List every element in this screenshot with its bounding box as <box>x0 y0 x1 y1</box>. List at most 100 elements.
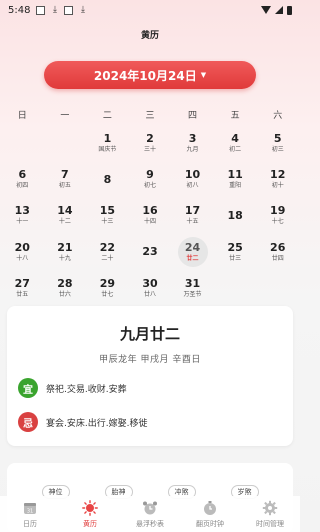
calendar-day[interactable]: 10 初八 <box>171 167 214 191</box>
day-lunar-label: 初五 <box>58 182 71 190</box>
svg-text:31: 31 <box>27 508 33 514</box>
calendar-day[interactable]: 14 十二 <box>44 203 87 227</box>
nav-time-management-label: 时间管理 <box>256 519 284 528</box>
weekday-header: 日 一 二 三 四 五 六 <box>0 108 300 122</box>
day-lunar-label: 十九 <box>58 254 71 262</box>
weekday-label: 六 <box>273 111 283 121</box>
calendar-day[interactable]: 28 廿六 <box>44 276 87 300</box>
day-lunar-label: 初七 <box>143 182 156 190</box>
calendar-icon: 31 <box>22 500 38 516</box>
calendar-grid: 1 国庆节 2 三十 3 九月 4 初二 5 初三 6 初四 7 初五 8 9 初七 10 初八 11 重阳 12 初十 13… <box>0 131 300 300</box>
calendar-day[interactable]: 5 初三 <box>256 131 299 155</box>
day-number: 2 <box>146 132 154 146</box>
calendar-day[interactable]: 30 廿八 <box>129 276 172 300</box>
day-number: 4 <box>231 132 239 146</box>
day-lunar-label: 廿三 <box>229 254 242 262</box>
day-lunar-label: 十四 <box>143 218 156 226</box>
nav-calendar[interactable]: 31 日历 <box>0 496 60 532</box>
status-time: 5:48 <box>8 4 31 16</box>
day-number: 12 <box>270 168 286 182</box>
day-lunar-label: 初八 <box>186 182 199 190</box>
day-lunar-label: 国庆节 <box>98 146 117 154</box>
calendar-day[interactable]: 20 十八 <box>1 240 44 264</box>
calendar-day[interactable]: 27 廿五 <box>1 276 44 300</box>
nav-stopwatch[interactable]: 悬浮秒表 <box>120 496 180 532</box>
day-number: 20 <box>14 240 30 254</box>
calendar-day[interactable]: 22 二十 <box>86 240 129 264</box>
day-lunar-label: 重阳 <box>229 182 242 190</box>
day-number: 26 <box>270 240 286 254</box>
date-picker-label: 2024年10月24日 <box>93 68 197 83</box>
alarm-clock-icon <box>142 500 158 516</box>
day-number: 11 <box>227 168 243 182</box>
day-number: 5 <box>273 132 282 146</box>
weekday-label: 一 <box>60 111 70 121</box>
weekday-label: 三 <box>145 111 155 121</box>
day-number: 19 <box>270 204 286 218</box>
calendar-day[interactable]: 31 万圣节 <box>171 276 214 300</box>
day-lunar-label: 初二 <box>229 146 242 154</box>
gear-icon <box>262 500 278 516</box>
day-number: 10 <box>184 168 201 182</box>
bottom-nav: 31 日历 黄历 悬浮秒表 翻页时钟 时间管理 <box>0 496 300 532</box>
nav-flip-clock-label: 翻页时钟 <box>196 519 224 528</box>
day-number: 8 <box>103 172 112 186</box>
calendar-day[interactable]: 18 <box>214 203 257 227</box>
calendar-day[interactable]: 4 初二 <box>214 131 257 155</box>
calendar-day[interactable]: 1 国庆节 <box>86 131 129 155</box>
day-lunar-label: 初十 <box>271 182 284 190</box>
calendar-day[interactable]: 7 初五 <box>44 167 87 191</box>
calendar-day[interactable]: 15 十三 <box>86 203 129 227</box>
calendar-day[interactable]: 16 十四 <box>129 203 172 227</box>
nav-flip-clock[interactable]: 翻页时钟 <box>180 496 240 532</box>
day-lunar-label: 廿八 <box>143 290 156 298</box>
yi-badge: 宜 <box>18 378 38 398</box>
calendar-day[interactable]: 12 初十 <box>256 167 299 191</box>
calendar-day[interactable]: 9 初七 <box>129 167 172 191</box>
calendar-day[interactable]: 17 十五 <box>171 203 214 227</box>
day-lunar-label: 万圣节 <box>183 290 202 298</box>
ji-text: 宴会.安床.出行.嫁娶.移徙 <box>46 418 148 429</box>
calendar-day[interactable]: 6 初四 <box>1 167 44 191</box>
day-number: 31 <box>184 276 201 290</box>
day-number: 21 <box>57 240 73 254</box>
day-lunar-label: 初四 <box>16 182 29 190</box>
day-number: 29 <box>99 276 116 290</box>
day-number: 13 <box>14 204 30 218</box>
calendar-day[interactable]: 19 十七 <box>256 203 299 227</box>
day-lunar-label: 廿二 <box>186 254 199 262</box>
day-number: 16 <box>142 204 158 218</box>
day-lunar-label: 十七 <box>271 218 284 226</box>
day-lunar-label: 廿六 <box>58 290 71 298</box>
calendar-day[interactable]: 29 廿七 <box>86 276 129 300</box>
calendar-day[interactable]: 2 三十 <box>129 131 172 155</box>
flip-clock-icon <box>202 500 218 516</box>
calendar-day[interactable]: 26 廿四 <box>256 240 299 264</box>
calendar-day-selected[interactable]: 24 廿二 <box>171 236 214 267</box>
calendar-day[interactable]: 8 <box>86 167 129 191</box>
day-lunar-label: 十五 <box>186 218 199 226</box>
lunar-date: 九月廿二 <box>119 325 180 343</box>
day-number: 25 <box>227 240 243 254</box>
weekday-label: 二 <box>102 111 112 121</box>
day-lunar-label: 十二 <box>58 218 71 226</box>
calendar-day[interactable]: 23 <box>129 240 172 264</box>
calendar-day[interactable]: 11 重阳 <box>214 167 257 191</box>
yi-row: 宜 祭祀.交易.收财.安葬 <box>18 378 127 398</box>
calendar-day[interactable]: 25 廿三 <box>214 240 257 264</box>
calendar-day[interactable]: 21 十九 <box>44 240 87 264</box>
day-number: 9 <box>146 168 154 182</box>
status-bar: 5:48 ⤓ ⤓ <box>0 0 300 20</box>
nav-time-management[interactable]: 时间管理 <box>240 496 300 532</box>
day-number: 7 <box>61 168 69 182</box>
weekday-label: 五 <box>230 111 240 121</box>
day-lunar-label: 廿四 <box>271 254 284 262</box>
day-lunar-label: 九月 <box>186 146 199 154</box>
day-lunar-label: 二十 <box>101 254 114 262</box>
notification-app-icon <box>36 5 46 15</box>
calendar-day[interactable]: 13 十一 <box>1 203 44 227</box>
ji-badge: 忌 <box>18 412 38 432</box>
calendar-day[interactable]: 3 九月 <box>171 131 214 155</box>
date-picker-button[interactable]: 2024年10月24日 ▼ <box>44 61 256 89</box>
nav-almanac[interactable]: 黄历 <box>60 496 120 532</box>
